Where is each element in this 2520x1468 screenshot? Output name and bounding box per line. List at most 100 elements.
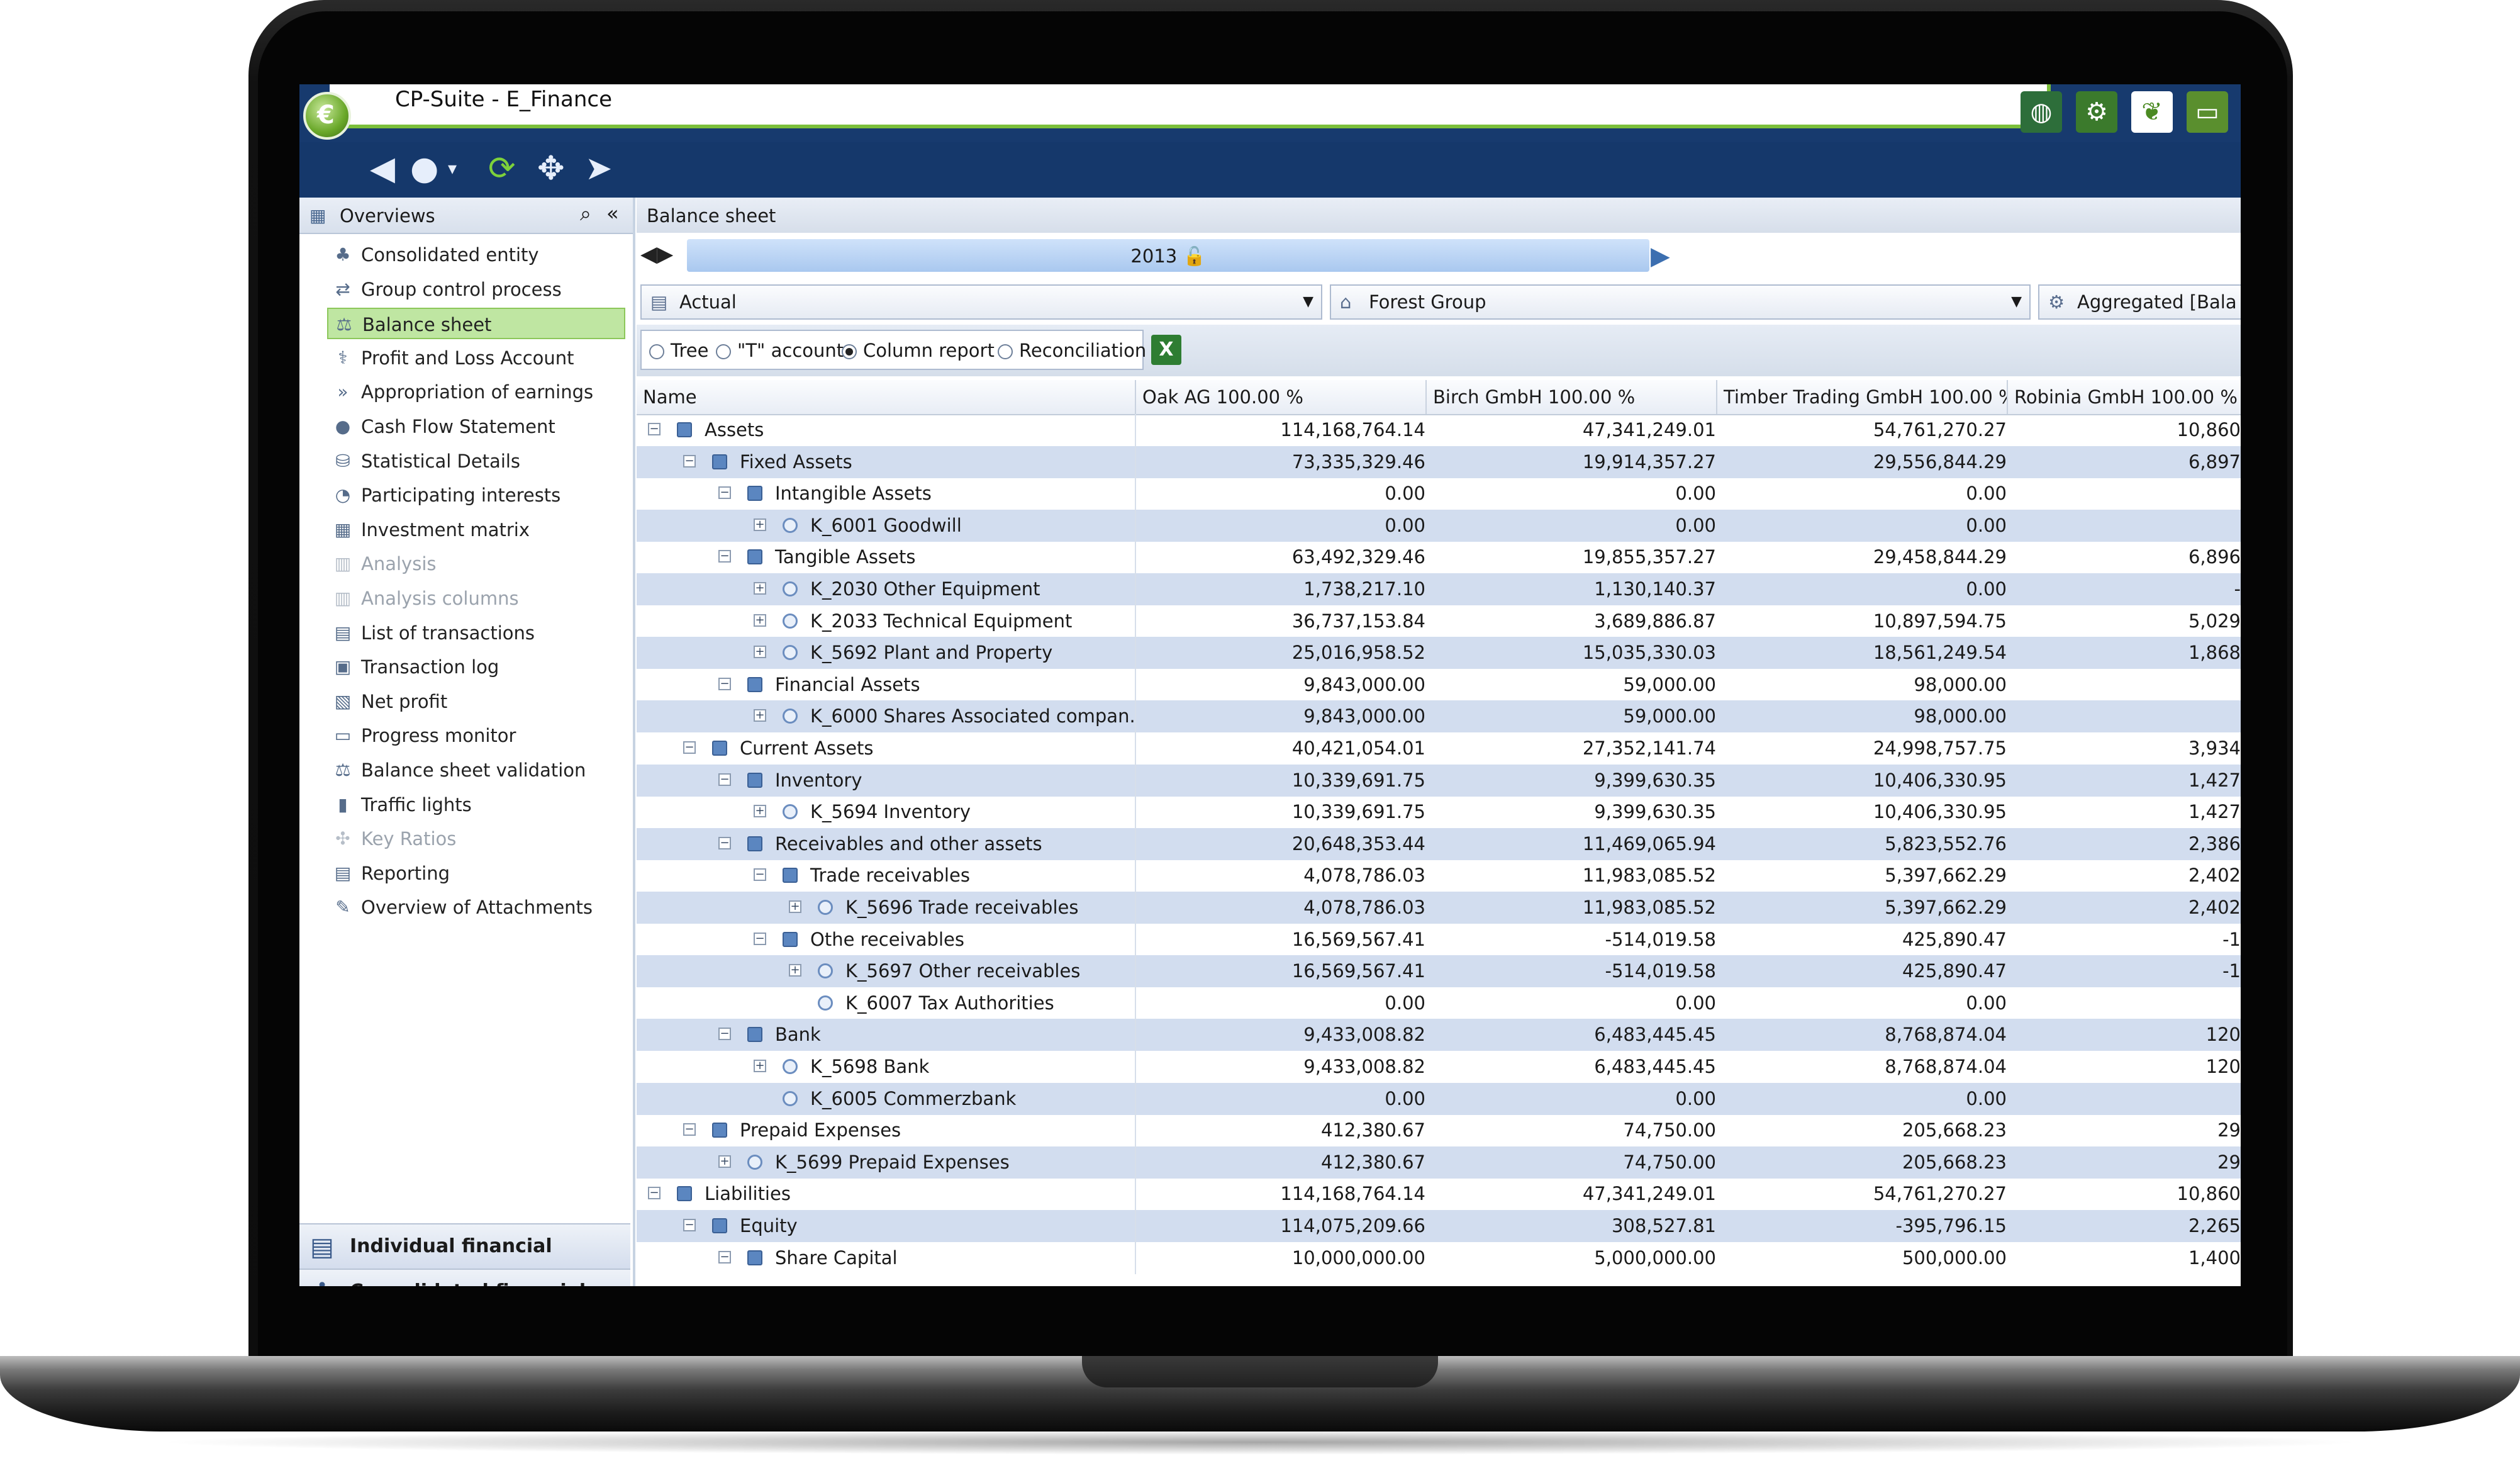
table-row[interactable]: − Inventory 10,339,691.75 9,399,630.35 10,40… [637,764,2241,797]
table-row[interactable]: + K_6001 Goodwill 0.00 0.00 0.00 [637,509,2241,542]
navigate-icon[interactable]: ➤ [585,148,613,189]
table-row[interactable]: − Othe receivables 16,569,567.41 -514,019.5… [637,923,2241,956]
column-header-timber[interactable]: Timber Trading GmbH 100.00 % [1717,380,2008,414]
table-row[interactable]: + K_5698 Bank 9,433,008.82 6,483,445.45 8,76… [637,1051,2241,1083]
table-row[interactable]: + K_2030 Other Equipment 1,738,217.10 1,130… [637,573,2241,605]
sidebar-item-group-control-process[interactable]: ⇄ Group control process [327,274,625,305]
table-row[interactable]: − Bank 9,433,008.82 6,483,445.45 8,768,874.0… [637,1019,2241,1051]
timeline-step-arrows-icon[interactable]: ◀▶ [640,242,673,267]
table-row[interactable]: − Equity 114,075,209.66 308,527.81 -395,796.… [637,1210,2241,1242]
table-row[interactable]: − Share Capital 10,000,000.00 5,000,000.00 5… [637,1241,2241,1274]
table-row[interactable]: + K_2033 Technical Equipment 36,737,153.84… [637,605,2241,637]
collapse-toggle-icon[interactable]: − [718,836,731,849]
table-row[interactable]: + K_5694 Inventory 10,339,691.75 9,399,630.… [637,796,2241,829]
sidebar-item-cash-flow-statement[interactable]: ● Cash Flow Statement [327,411,625,442]
individual-financial-statements-button[interactable]: ▤ Individual financial stateme... [299,1223,630,1286]
sidebar-item-reporting[interactable]: ▤ Reporting [327,858,625,889]
collapse-toggle-icon[interactable]: − [718,1250,731,1263]
scenario-dropdown[interactable]: ▤ Actual ▼ [640,284,1322,320]
table-row[interactable]: − Fixed Assets 73,335,329.46 19,914,357.27 2… [637,445,2241,478]
sidebar-item-profit-and-loss-account[interactable]: ⚕ Profit and Loss Account [327,342,625,374]
back-arrow-icon[interactable]: ◀ [370,148,395,189]
sidebar-item-appropriation-of-earnings[interactable]: » Appropriation of earnings [327,376,625,408]
expand-toggle-icon[interactable]: + [754,614,766,627]
view-tree-radio[interactable]: Tree [649,331,708,370]
sidebar-item-statistical-details[interactable]: ⛁ Statistical Details [327,445,625,477]
collapse-toggle-icon[interactable]: − [754,868,766,882]
gears-icon[interactable]: ⚙ [2076,91,2117,133]
view-column-report-radio[interactable]: Column report [842,331,995,370]
collapse-toggle-icon[interactable]: − [718,550,731,563]
table-row[interactable]: − Financial Assets 9,843,000.00 59,000.00 98… [637,668,2241,701]
table-row[interactable]: − Trade receivables 4,078,786.03 11,983,085… [637,860,2241,892]
collapse-toggle-icon[interactable]: − [754,932,766,945]
sidebar-item-overview-of-attachments[interactable]: ✎ Overview of Attachments [327,892,625,923]
lock-icon[interactable]: 🔓 [1183,245,1205,267]
table-row[interactable]: − Tangible Assets 63,492,329.46 19,855,357.… [637,541,2241,574]
expand-toggle-icon[interactable]: + [789,964,801,977]
collapse-toggle-icon[interactable]: − [683,1123,696,1136]
expand-toggle-icon[interactable]: + [754,582,766,595]
table-row[interactable]: + K_5696 Trade receivables 4,078,786.03 11,… [637,892,2241,924]
table-row[interactable]: + K_6000 Shares Associated compan... 9,843… [637,700,2241,733]
collapse-toggle-icon[interactable]: − [718,1028,731,1041]
timeline-end-handle-icon[interactable]: ▶ [1651,242,1670,271]
expand-toggle-icon[interactable]: + [754,709,766,722]
sidebar-item-key-ratios[interactable]: ✣ Key Ratios [327,823,625,854]
leaf-icon[interactable]: ❦ [2131,91,2173,133]
table-row[interactable]: − Liabilities 114,168,764.14 47,341,249.01 5… [637,1178,2241,1211]
sidebar-item-transaction-log[interactable]: ▣ Transaction log [327,651,625,683]
view-reconciliation-radio[interactable]: Reconciliation [998,331,1146,370]
sidebar-item-list-of-transactions[interactable]: ▤ List of transactions [327,617,625,649]
collapse-toggle-icon[interactable]: − [683,454,696,468]
aggregation-dropdown[interactable]: ⚙ Aggregated [Bala [2038,284,2241,320]
table-row[interactable]: K_6005 Commerzbank 0.00 0.00 0.00 [637,1082,2241,1115]
expand-toggle-icon[interactable]: + [754,805,766,818]
search-icon[interactable]: ⌕ [580,201,591,226]
consolidated-financial-statements-button[interactable]: ✣ Consolidated financial state... [299,1269,630,1286]
table-row[interactable]: − Prepaid Expenses 412,380.67 74,750.00 205,… [637,1114,2241,1147]
column-header-robinia[interactable]: Robinia GmbH 100.00 % [2008,380,2241,414]
money-icon[interactable]: ▭ [2187,91,2228,133]
sidebar-item-progress-monitor[interactable]: ▭ Progress monitor [327,720,625,751]
collapse-toggle-icon[interactable]: − [683,741,696,754]
timeline-slider[interactable]: 2013 🔓 [687,239,1649,272]
view-t-account-radio[interactable]: "T" account [716,331,844,370]
table-row[interactable]: − Current Assets 40,421,054.01 27,352,141.7… [637,732,2241,765]
table-row[interactable]: − Receivables and other assets 20,648,353.… [637,827,2241,860]
table-row[interactable]: − Assets 114,168,764.14 47,341,249.01 54,761… [637,414,2241,446]
app-logo-icon[interactable]: € [303,92,351,140]
expand-toggle-icon[interactable]: + [718,1155,731,1168]
expand-toggle-icon[interactable]: + [789,900,801,913]
sidebar-item-consolidated-entity[interactable]: ♣ Consolidated entity [327,239,625,271]
history-dropdown-icon[interactable]: ▾ [448,148,457,189]
column-header-birch[interactable]: Birch GmbH 100.00 % [1427,380,1717,414]
sidebar-item-traffic-lights[interactable]: ▮ Traffic lights [327,789,625,821]
sidebar-item-investment-matrix[interactable]: ▦ Investment matrix [327,514,625,546]
table-row[interactable]: + K_5692 Plant and Property 25,016,958.52 1… [637,637,2241,670]
collapse-toggle-icon[interactable]: − [718,773,731,786]
table-row[interactable]: + K_5697 Other receivables 16,569,567.41 -5… [637,955,2241,988]
sidebar-item-analysis[interactable]: ▥ Analysis [327,548,625,580]
table-row[interactable]: − Intangible Assets 0.00 0.00 0.00 [637,478,2241,510]
collapse-toggle-icon[interactable]: − [648,1187,661,1200]
forward-arrow-icon[interactable]: ● [410,148,438,189]
collapse-toggle-icon[interactable]: − [718,486,731,500]
sidebar-item-balance-sheet[interactable]: ⚖ Balance sheet [327,308,625,340]
expand-toggle-icon[interactable]: + [754,518,766,531]
expand-toggle-icon[interactable]: + [754,1060,766,1072]
sidebar-item-balance-sheet-validation[interactable]: ⚖ Balance sheet validation [327,754,625,786]
globe-icon[interactable]: ◍ [2021,91,2062,133]
collapse-toggle-icon[interactable]: − [648,423,661,435]
sidebar-item-analysis-columns[interactable]: ▥ Analysis columns [327,583,625,614]
group-dropdown[interactable]: ⌂ Forest Group ▼ [1330,284,2031,320]
excel-export-icon[interactable]: X [1151,335,1181,365]
collapse-toggle-icon[interactable]: − [683,1219,696,1231]
table-row[interactable]: + K_5699 Prepaid Expenses 412,380.67 74,750… [637,1146,2241,1179]
column-header-name[interactable]: Name [637,380,1136,414]
sidebar-item-participating-interests[interactable]: ◔ Participating interests [327,479,625,511]
column-header-oak[interactable]: Oak AG 100.00 % [1136,380,1427,414]
refresh-icon[interactable]: ⟳ [488,148,516,189]
sidebar-item-net-profit[interactable]: ▧ Net profit [327,686,625,717]
collapse-icon[interactable]: « [606,201,619,225]
